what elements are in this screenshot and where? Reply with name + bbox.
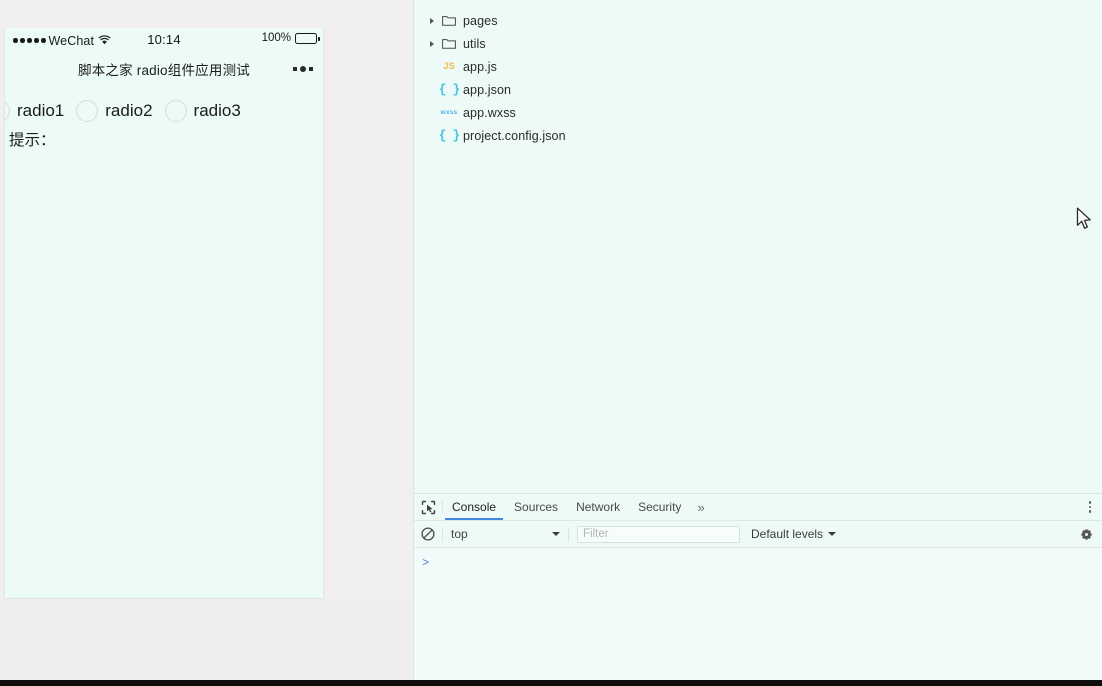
tree-item-app-js[interactable]: JS app.js [414, 55, 1102, 78]
tab-security[interactable]: Security [629, 494, 690, 520]
more-vertical-icon[interactable] [1078, 501, 1102, 513]
tab-label: Sources [514, 500, 558, 514]
execution-context-value: top [451, 527, 468, 541]
tree-item-label: app.wxss [463, 106, 516, 120]
tree-item-utils[interactable]: utils [414, 32, 1102, 55]
filter-input[interactable] [577, 526, 740, 543]
battery-icon [295, 33, 317, 44]
json-file-icon: { } [438, 128, 460, 143]
radio-circle-1[interactable] [4, 100, 10, 122]
chevron-right-icon[interactable] [426, 41, 438, 47]
simulator-status-bar: WeChat 10:14 100% [5, 28, 323, 54]
tree-item-app-wxss[interactable]: wxss app.wxss [414, 101, 1102, 124]
wxss-file-icon: wxss [438, 109, 460, 116]
tab-label: Network [576, 500, 620, 514]
tree-item-label: utils [463, 37, 486, 51]
tree-item-label: project.config.json [463, 129, 566, 143]
radio-group: radio1 radio2 radio3 [4, 100, 253, 122]
more-tabs-button[interactable]: » [690, 494, 711, 520]
devtools-tabbar: Console Sources Network Security » [414, 494, 1102, 521]
js-file-icon: JS [438, 61, 460, 72]
clear-console-icon[interactable] [414, 527, 442, 541]
gear-icon[interactable] [1079, 527, 1094, 542]
radio-item-1[interactable]: radio1 [4, 100, 76, 122]
editor-pane: pages utils JS app.js { } app.json wxss … [413, 0, 1102, 680]
tab-network[interactable]: Network [567, 494, 629, 520]
json-file-icon: { } [438, 82, 460, 97]
simulator-nav-bar: 脚本之家 radio组件应用测试 [5, 54, 323, 84]
bottom-bar [0, 680, 1102, 686]
console-filter-bar: top Default levels [414, 521, 1102, 548]
tab-sources[interactable]: Sources [505, 494, 567, 520]
simulator-pane-filler [0, 599, 412, 680]
radio-item-3[interactable]: radio3 [165, 100, 253, 122]
hint-label: 提示： [9, 128, 56, 150]
tab-console[interactable]: Console [443, 494, 505, 520]
radio-label-2: radio2 [105, 101, 152, 121]
battery-percent-label: 100% [262, 32, 291, 44]
simulator-page-body: radio1 radio2 radio3 提示： [5, 84, 323, 599]
tree-item-label: app.js [463, 60, 497, 74]
log-levels-select[interactable]: Default levels [751, 527, 836, 541]
radio-label-1: radio1 [17, 101, 64, 121]
battery-group: 100% [262, 32, 317, 44]
console-prompt-row[interactable]: > [414, 556, 1102, 570]
simulator-pane: WeChat 10:14 100% 脚本之家 radio组件应用测试 [0, 0, 412, 680]
inspect-element-icon[interactable] [414, 494, 442, 520]
folder-icon [438, 38, 460, 49]
tree-item-project-config-json[interactable]: { } project.config.json [414, 124, 1102, 147]
caret-down-icon [552, 532, 560, 536]
phone-frame: WeChat 10:14 100% 脚本之家 radio组件应用测试 [4, 28, 324, 599]
filter-divider [568, 527, 569, 542]
console-output-area[interactable]: > [414, 549, 1102, 680]
tab-label: Console [452, 500, 496, 514]
more-dots-icon[interactable] [293, 66, 313, 72]
tree-item-pages[interactable]: pages [414, 9, 1102, 32]
chevron-right-icon[interactable] [426, 18, 438, 24]
devtools-tabbar-right [1077, 494, 1102, 520]
file-tree: pages utils JS app.js { } app.json wxss … [414, 0, 1102, 147]
tree-item-label: app.json [463, 83, 511, 97]
log-levels-value: Default levels [751, 527, 823, 541]
caret-down-icon [828, 532, 836, 536]
tree-item-label: pages [463, 14, 498, 28]
radio-circle-2[interactable] [76, 100, 98, 122]
devtools-panel: Console Sources Network Security » top [414, 493, 1102, 680]
radio-item-2[interactable]: radio2 [76, 100, 164, 122]
page-title: 脚本之家 radio组件应用测试 [78, 59, 250, 79]
radio-label-3: radio3 [194, 101, 241, 121]
execution-context-select[interactable]: top [443, 527, 568, 541]
console-prompt-caret: > [422, 556, 429, 570]
folder-icon [438, 15, 460, 26]
tree-item-app-json[interactable]: { } app.json [414, 78, 1102, 101]
radio-circle-3[interactable] [165, 100, 187, 122]
tab-label: Security [638, 500, 681, 514]
